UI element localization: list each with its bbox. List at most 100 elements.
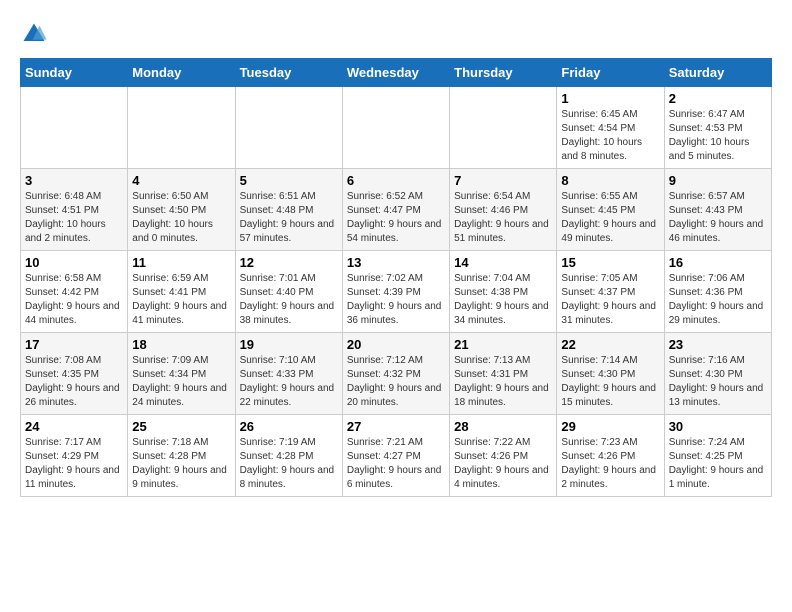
day-number: 7 [454,173,552,188]
calendar-header-thursday: Thursday [450,59,557,87]
calendar-header-wednesday: Wednesday [342,59,449,87]
day-number: 18 [132,337,230,352]
day-info: Sunrise: 6:55 AM Sunset: 4:45 PM Dayligh… [561,190,659,246]
day-info: Sunrise: 7:21 AM Sunset: 4:27 PM Dayligh… [347,436,445,492]
day-number: 4 [132,173,230,188]
calendar-cell: 27 Sunrise: 7:21 AM Sunset: 4:27 PM Dayli… [342,415,449,497]
day-info: Sunrise: 6:45 AM Sunset: 4:54 PM Dayligh… [561,108,659,164]
calendar-cell: 30 Sunrise: 7:24 AM Sunset: 4:25 PM Dayli… [664,415,771,497]
calendar-cell: 18 Sunrise: 7:09 AM Sunset: 4:34 PM Dayli… [128,333,235,415]
page-header [20,20,772,48]
day-number: 10 [25,255,123,270]
day-number: 25 [132,419,230,434]
day-number: 30 [669,419,767,434]
day-info: Sunrise: 7:06 AM Sunset: 4:36 PM Dayligh… [669,272,767,328]
day-number: 8 [561,173,659,188]
day-number: 28 [454,419,552,434]
calendar-cell: 17 Sunrise: 7:08 AM Sunset: 4:35 PM Dayli… [21,333,128,415]
day-number: 12 [240,255,338,270]
calendar-cell: 1 Sunrise: 6:45 AM Sunset: 4:54 PM Daylig… [557,87,664,169]
day-number: 22 [561,337,659,352]
day-info: Sunrise: 7:09 AM Sunset: 4:34 PM Dayligh… [132,354,230,410]
day-number: 3 [25,173,123,188]
calendar-week-2: 3 Sunrise: 6:48 AM Sunset: 4:51 PM Daylig… [21,169,772,251]
day-number: 29 [561,419,659,434]
day-info: Sunrise: 7:01 AM Sunset: 4:40 PM Dayligh… [240,272,338,328]
calendar-header-sunday: Sunday [21,59,128,87]
calendar-week-4: 17 Sunrise: 7:08 AM Sunset: 4:35 PM Dayli… [21,333,772,415]
day-number: 1 [561,91,659,106]
calendar-cell: 5 Sunrise: 6:51 AM Sunset: 4:48 PM Daylig… [235,169,342,251]
calendar-cell: 15Sunrise: 7:05 AM Sunset: 4:37 PM Dayli… [557,251,664,333]
day-info: Sunrise: 7:10 AM Sunset: 4:33 PM Dayligh… [240,354,338,410]
day-number: 14 [454,255,552,270]
calendar-header-monday: Monday [128,59,235,87]
day-info: Sunrise: 6:54 AM Sunset: 4:46 PM Dayligh… [454,190,552,246]
day-info: Sunrise: 7:04 AM Sunset: 4:38 PM Dayligh… [454,272,552,328]
day-info: Sunrise: 6:50 AM Sunset: 4:50 PM Dayligh… [132,190,230,246]
day-info: Sunrise: 6:47 AM Sunset: 4:53 PM Dayligh… [669,108,767,164]
calendar-cell: 10 Sunrise: 6:58 AM Sunset: 4:42 PM Dayli… [21,251,128,333]
calendar-cell: 23Sunrise: 7:16 AM Sunset: 4:30 PM Dayli… [664,333,771,415]
calendar: SundayMondayTuesdayWednesdayThursdayFrid… [20,58,772,497]
calendar-cell: 14 Sunrise: 7:04 AM Sunset: 4:38 PM Dayli… [450,251,557,333]
day-number: 16 [669,255,767,270]
calendar-cell: 26 Sunrise: 7:19 AM Sunset: 4:28 PM Dayli… [235,415,342,497]
calendar-header-row: SundayMondayTuesdayWednesdayThursdayFrid… [21,59,772,87]
day-info: Sunrise: 6:59 AM Sunset: 4:41 PM Dayligh… [132,272,230,328]
day-number: 13 [347,255,445,270]
calendar-cell: 20 Sunrise: 7:12 AM Sunset: 4:32 PM Dayli… [342,333,449,415]
calendar-cell: 22 Sunrise: 7:14 AM Sunset: 4:30 PM Dayli… [557,333,664,415]
day-info: Sunrise: 7:14 AM Sunset: 4:30 PM Dayligh… [561,354,659,410]
day-info: Sunrise: 7:05 AM Sunset: 4:37 PM Dayligh… [561,272,659,328]
day-info: Sunrise: 7:02 AM Sunset: 4:39 PM Dayligh… [347,272,445,328]
calendar-cell: 6 Sunrise: 6:52 AM Sunset: 4:47 PM Daylig… [342,169,449,251]
day-info: Sunrise: 7:24 AM Sunset: 4:25 PM Dayligh… [669,436,767,492]
calendar-cell: 28 Sunrise: 7:22 AM Sunset: 4:26 PM Dayli… [450,415,557,497]
calendar-cell: 25Sunrise: 7:18 AM Sunset: 4:28 PM Dayli… [128,415,235,497]
day-info: Sunrise: 7:13 AM Sunset: 4:31 PM Dayligh… [454,354,552,410]
day-number: 27 [347,419,445,434]
calendar-cell: 7 Sunrise: 6:54 AM Sunset: 4:46 PM Daylig… [450,169,557,251]
day-number: 2 [669,91,767,106]
calendar-cell: 29 Sunrise: 7:23 AM Sunset: 4:26 PM Dayli… [557,415,664,497]
day-number: 5 [240,173,338,188]
calendar-cell: 13 Sunrise: 7:02 AM Sunset: 4:39 PM Dayli… [342,251,449,333]
calendar-cell: 16 Sunrise: 7:06 AM Sunset: 4:36 PM Dayli… [664,251,771,333]
calendar-cell [128,87,235,169]
calendar-cell: 19Sunrise: 7:10 AM Sunset: 4:33 PM Dayli… [235,333,342,415]
day-number: 20 [347,337,445,352]
day-number: 26 [240,419,338,434]
day-info: Sunrise: 7:08 AM Sunset: 4:35 PM Dayligh… [25,354,123,410]
day-info: Sunrise: 7:16 AM Sunset: 4:30 PM Dayligh… [669,354,767,410]
logo-icon [20,20,48,48]
day-number: 11 [132,255,230,270]
day-info: Sunrise: 6:52 AM Sunset: 4:47 PM Dayligh… [347,190,445,246]
day-info: Sunrise: 6:51 AM Sunset: 4:48 PM Dayligh… [240,190,338,246]
day-info: Sunrise: 7:19 AM Sunset: 4:28 PM Dayligh… [240,436,338,492]
day-number: 9 [669,173,767,188]
day-info: Sunrise: 7:12 AM Sunset: 4:32 PM Dayligh… [347,354,445,410]
day-number: 17 [25,337,123,352]
calendar-header-tuesday: Tuesday [235,59,342,87]
calendar-cell [21,87,128,169]
calendar-week-1: 1 Sunrise: 6:45 AM Sunset: 4:54 PM Daylig… [21,87,772,169]
day-info: Sunrise: 6:58 AM Sunset: 4:42 PM Dayligh… [25,272,123,328]
day-info: Sunrise: 6:57 AM Sunset: 4:43 PM Dayligh… [669,190,767,246]
logo [20,20,52,48]
calendar-cell [342,87,449,169]
calendar-cell: 4 Sunrise: 6:50 AM Sunset: 4:50 PM Daylig… [128,169,235,251]
calendar-cell: 24 Sunrise: 7:17 AM Sunset: 4:29 PM Dayli… [21,415,128,497]
calendar-cell: 11 Sunrise: 6:59 AM Sunset: 4:41 PM Dayli… [128,251,235,333]
calendar-cell: 2 Sunrise: 6:47 AM Sunset: 4:53 PM Daylig… [664,87,771,169]
day-info: Sunrise: 7:22 AM Sunset: 4:26 PM Dayligh… [454,436,552,492]
day-number: 6 [347,173,445,188]
calendar-week-3: 10 Sunrise: 6:58 AM Sunset: 4:42 PM Dayli… [21,251,772,333]
day-info: Sunrise: 6:48 AM Sunset: 4:51 PM Dayligh… [25,190,123,246]
day-info: Sunrise: 7:23 AM Sunset: 4:26 PM Dayligh… [561,436,659,492]
calendar-cell: 8 Sunrise: 6:55 AM Sunset: 4:45 PM Daylig… [557,169,664,251]
calendar-cell: 21Sunrise: 7:13 AM Sunset: 4:31 PM Dayli… [450,333,557,415]
day-number: 24 [25,419,123,434]
calendar-cell: 12 Sunrise: 7:01 AM Sunset: 4:40 PM Dayli… [235,251,342,333]
day-info: Sunrise: 7:17 AM Sunset: 4:29 PM Dayligh… [25,436,123,492]
